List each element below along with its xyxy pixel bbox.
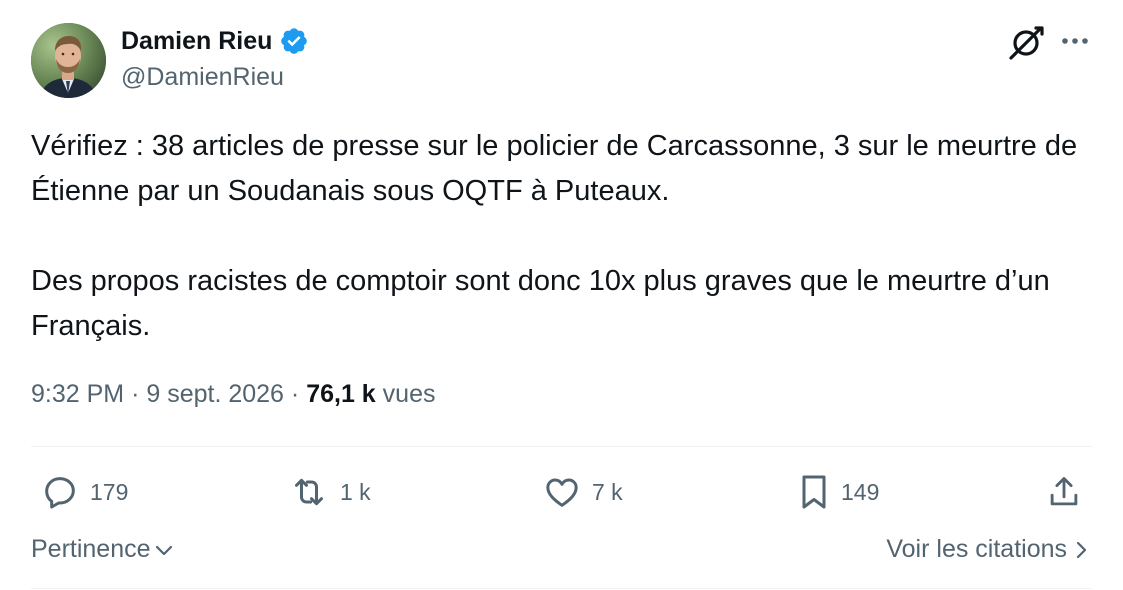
view-quotes-label: Voir les citations [886,535,1067,563]
tweet-meta: 9:32 PM · 9 sept. 2026 · 76,1 k vues [31,380,435,409]
like-button[interactable]: 7 k [542,472,623,512]
divider [31,588,1092,589]
meta-separator: · [131,380,140,408]
views-count: 76,1 k [306,380,376,408]
retweet-icon [295,478,323,506]
tweet-text: Vérifiez : 38 articles de presse sur le … [31,124,1091,349]
share-button[interactable] [1045,472,1083,512]
sort-dropdown[interactable]: Pertinence [31,535,175,564]
retweet-count: 1 k [340,478,371,505]
bookmark-count: 149 [841,478,880,505]
reply-button[interactable]: 179 [40,472,128,512]
views-label: vues [382,380,436,408]
tweet-date[interactable]: 9 sept. 2026 [146,380,284,408]
tweet-paragraph: Des propos racistes de comptoir sont don… [31,265,1050,342]
bookmark-button[interactable]: 149 [797,472,879,512]
view-quotes-link[interactable]: Voir les citations [886,535,1089,564]
retweet-button[interactable]: 1 k [288,472,371,512]
author-name-row[interactable]: Damien Rieu [121,26,309,56]
author-name[interactable]: Damien Rieu [121,27,272,56]
author-handle[interactable]: @DamienRieu [121,63,284,92]
chevron-right-icon [1076,541,1087,558]
sort-label: Pertinence [31,535,151,563]
tweet-paragraph: Vérifiez : 38 articles de presse sur le … [31,130,1078,207]
tweet-time[interactable]: 9:32 PM [31,380,124,408]
more-options-icon[interactable] [1059,28,1093,54]
meta-separator: · [290,380,300,408]
reply-icon [45,477,75,509]
tweet-card: Damien Rieu @DamienRieu Vérifiez : 38 ar… [0,0,1123,590]
verified-badge-icon[interactable] [279,26,309,56]
like-count: 7 k [592,478,623,505]
share-icon [1050,477,1078,506]
chevron-down-icon [155,545,172,555]
heart-icon [546,478,578,507]
avatar[interactable] [31,23,106,98]
bookmark-icon [802,475,826,509]
grok-icon[interactable] [1007,23,1045,61]
divider [31,446,1092,447]
reply-count: 179 [90,478,129,505]
